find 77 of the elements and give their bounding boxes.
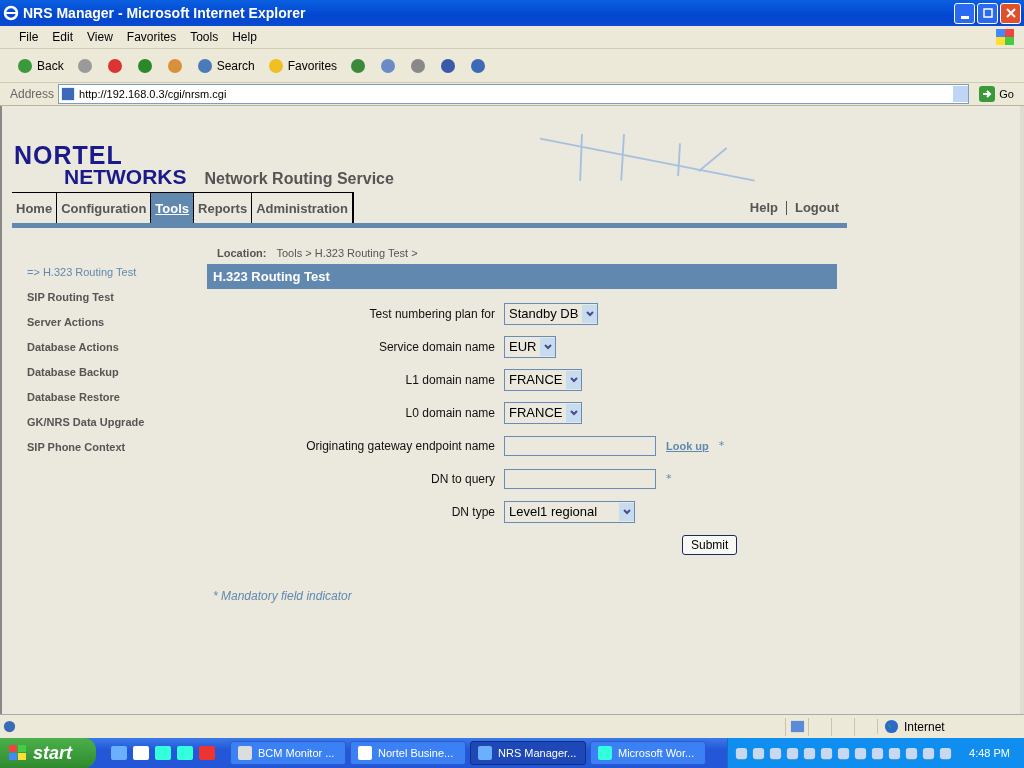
field-label: L0 domain name xyxy=(404,405,496,420)
header-link[interactable]: Help xyxy=(749,200,778,215)
toolbar-button[interactable]: Search xyxy=(191,54,259,77)
close-button[interactable] xyxy=(1000,2,1021,24)
submit-button[interactable]: Submit xyxy=(682,534,738,555)
menu-item[interactable]: Edit xyxy=(45,30,81,44)
globe-icon xyxy=(884,719,899,734)
breadcrumb: Tools > H.323 Routing Test > xyxy=(276,246,418,259)
field-label: L1 domain name xyxy=(404,372,496,387)
tray-icon[interactable] xyxy=(921,745,937,761)
dropdown[interactable]: FRANCE xyxy=(504,368,583,391)
tray-icon[interactable] xyxy=(904,745,920,761)
windows-logo-icon xyxy=(8,744,28,762)
mandatory-mark: * xyxy=(718,439,725,452)
maximize-button[interactable] xyxy=(977,2,998,24)
menu-item[interactable]: File xyxy=(12,30,46,44)
tray-icon[interactable] xyxy=(836,745,852,761)
dropdown[interactable]: FRANCE xyxy=(504,401,583,424)
sidebar-link[interactable]: SIP Routing Test xyxy=(27,290,207,315)
taskbar-button[interactable]: BCM Monitor ... xyxy=(230,741,346,765)
menu-item[interactable]: Tools xyxy=(183,30,226,44)
tray-icon[interactable] xyxy=(802,745,818,761)
location-label: Location: xyxy=(217,246,267,259)
sidebar-link[interactable]: Database Backup xyxy=(27,365,207,390)
tray-icon[interactable] xyxy=(853,745,869,761)
window-icon xyxy=(789,719,805,734)
window-title: NRS Manager - Microsoft Internet Explorer xyxy=(23,5,307,21)
zone-label: Internet xyxy=(904,719,945,734)
tray-icon[interactable] xyxy=(887,745,903,761)
minimize-button[interactable] xyxy=(954,2,975,24)
close-icon xyxy=(1005,8,1016,18)
sidebar-link[interactable]: Database Actions xyxy=(27,340,207,365)
sidebar-link[interactable]: GK/NRS Data Upgrade xyxy=(27,415,207,440)
nav-tab[interactable]: Tools xyxy=(150,193,194,223)
address-label: Address xyxy=(10,87,55,101)
sidebar-link[interactable]: Server Actions xyxy=(27,315,207,340)
sidebar-link[interactable]: SIP Phone Context xyxy=(27,440,207,465)
taskbar-button[interactable]: Nortel Busine... xyxy=(350,741,466,765)
field-label: Service domain name xyxy=(377,339,496,354)
windows-logo-icon xyxy=(996,29,1014,45)
taskbar-button[interactable]: NRS Manager... xyxy=(470,741,586,765)
tray-icon[interactable] xyxy=(785,745,801,761)
field-label: Test numbering plan for xyxy=(368,306,496,321)
dropdown[interactable]: Standby DB xyxy=(504,302,599,325)
menu-item[interactable]: Help xyxy=(225,30,264,44)
mandatory-mark: * xyxy=(666,472,672,485)
sidebar-link[interactable]: => H.323 Routing Test xyxy=(27,265,207,290)
menu-item[interactable]: View xyxy=(80,30,120,44)
sidebar-link[interactable]: Database Restore xyxy=(27,390,207,415)
text-field[interactable] xyxy=(504,468,656,489)
site-title: Network Routing Service xyxy=(204,170,394,188)
toolbar-button[interactable]: Back xyxy=(12,54,68,77)
field-label: DN type xyxy=(450,504,496,519)
tray-icon[interactable] xyxy=(870,745,886,761)
mandatory-note: * Mandatory field indicator xyxy=(213,589,353,603)
taskbar-button[interactable]: Microsoft Wor... xyxy=(590,741,706,765)
toolbar-button[interactable]: Favorites xyxy=(262,54,342,77)
panel-heading: H.323 Routing Test xyxy=(207,264,837,289)
minimize-icon xyxy=(960,15,969,19)
field-label: DN to query xyxy=(429,471,496,486)
tray-icon[interactable] xyxy=(734,745,750,761)
start-button[interactable]: start xyxy=(0,738,96,768)
address-field[interactable]: http://192.168.0.3/cgi/nrsm.cgi xyxy=(58,84,970,104)
field-label: Originating gateway endpoint name xyxy=(305,438,496,453)
maximize-icon xyxy=(982,8,993,18)
tray-icon[interactable] xyxy=(751,745,767,761)
dropdown[interactable]: EUR xyxy=(504,335,557,358)
tray-icon[interactable] xyxy=(768,745,784,761)
dropdown[interactable]: Level1 regional xyxy=(504,500,635,523)
text-field[interactable] xyxy=(504,435,656,456)
header-link[interactable]: Logout xyxy=(794,200,839,215)
menu-item[interactable]: Favorites xyxy=(119,30,184,44)
clock: 4:48 PM xyxy=(969,747,1010,759)
tray-icon[interactable] xyxy=(819,745,835,761)
tray-icon[interactable] xyxy=(938,745,954,761)
go-button[interactable]: Go xyxy=(973,86,1020,102)
company-logo: NORTEL NETWORKS xyxy=(14,144,187,188)
